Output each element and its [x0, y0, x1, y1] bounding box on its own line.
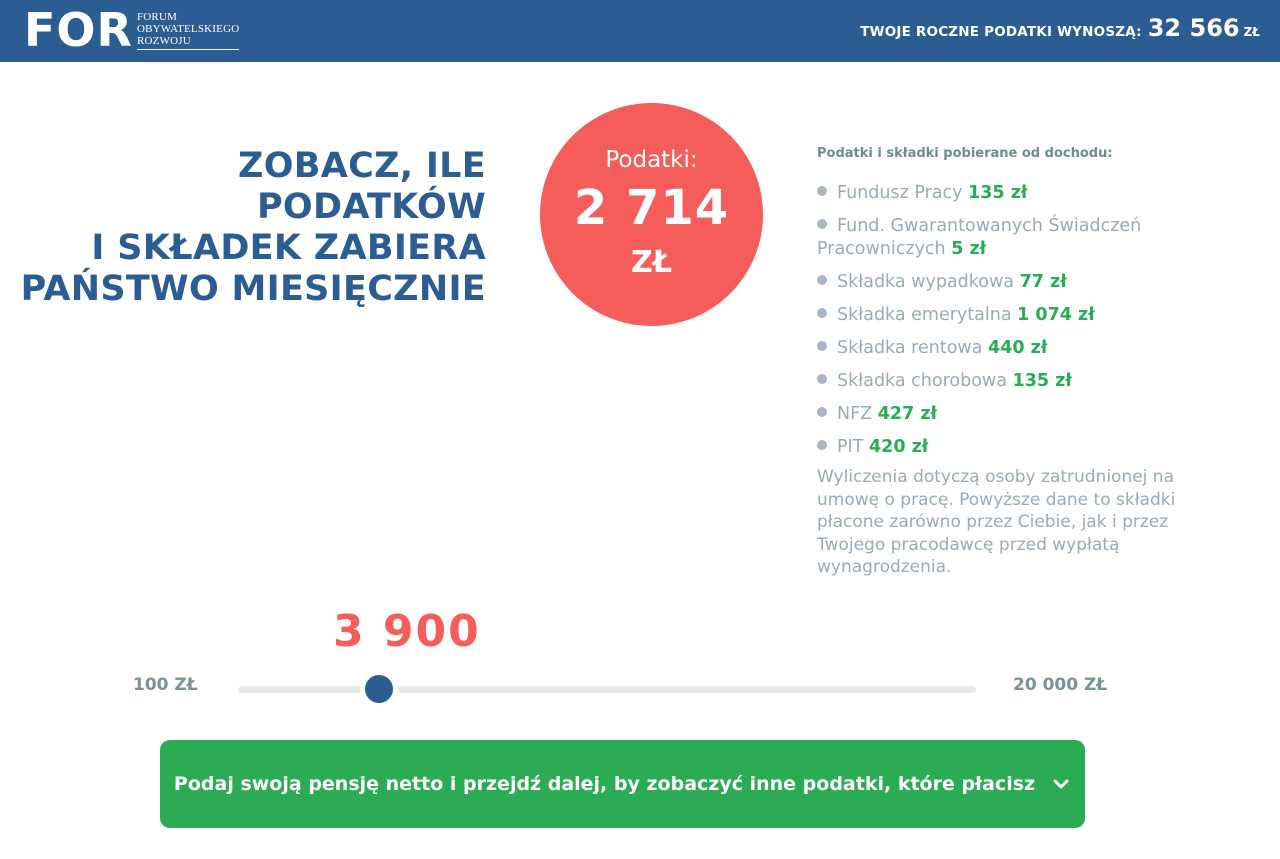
monthly-taxes-label: Podatki: — [605, 147, 698, 173]
salary-value: 3 900 — [333, 606, 481, 657]
page-headline: ZOBACZ, ILE PODATKÓW I SKŁADEK ZABIERA P… — [0, 146, 486, 310]
salary-slider-thumb[interactable] — [359, 670, 398, 708]
bullet-icon — [817, 341, 827, 351]
annual-taxes-label: TWOJE ROCZNE PODATKI WYNOSZĄ: — [860, 24, 1142, 40]
chevron-down-icon — [1051, 774, 1071, 794]
annual-taxes-value: 32 566 — [1147, 14, 1240, 42]
slider-min-label: 100 ZŁ — [133, 675, 198, 695]
breakdown-item-amount: 1 074 zł — [1017, 305, 1095, 325]
breakdown-item: NFZ 427 zł — [817, 403, 1217, 426]
breakdown-item-name: Składka chorobowa — [837, 371, 1007, 391]
bullet-icon — [817, 440, 827, 450]
for-logo[interactable]: FOR FORUM OBYWATELSKIEGO ROZWOJU — [24, 3, 240, 57]
monthly-taxes-value: 2 714 — [573, 180, 730, 236]
breakdown-item: Składka chorobowa 135 zł — [817, 370, 1217, 393]
salary-slider-track[interactable] — [238, 686, 976, 693]
logo-text: FORUM OBYWATELSKIEGO ROZWOJU — [136, 10, 240, 50]
annual-taxes: TWOJE ROCZNE PODATKI WYNOSZĄ: 32 566 ZŁ — [860, 14, 1260, 42]
breakdown-item: PIT 420 zł — [817, 436, 1217, 459]
breakdown-title: Podatki i składki pobierane od dochodu: — [817, 146, 1113, 161]
slider-max-label: 20 000 ZŁ — [1013, 675, 1108, 695]
breakdown-item-name: PIT — [837, 437, 864, 457]
breakdown-item-amount: 420 zł — [868, 437, 929, 457]
logo-line: FORUM — [136, 10, 178, 23]
bullet-icon — [817, 374, 827, 384]
breakdown-item-name: Składka rentowa — [837, 338, 983, 358]
breakdown-item-amount: 135 zł — [968, 183, 1028, 203]
headline-line: ZOBACZ, ILE PODATKÓW — [238, 146, 486, 227]
bullet-icon — [817, 219, 827, 229]
bullet-icon — [817, 308, 827, 318]
bullet-icon — [817, 275, 827, 285]
breakdown-item-amount: 427 zł — [877, 404, 938, 424]
breakdown-item-name: Fundusz Pracy — [837, 183, 963, 203]
logo-mark: FOR — [24, 3, 133, 57]
headline-line: PAŃSTWO MIESIĘCZNIE — [20, 269, 486, 309]
breakdown-list: Fundusz Pracy 135 zł Fund. Gwarantowanyc… — [817, 182, 1217, 459]
breakdown-item-amount: 77 zł — [1019, 272, 1067, 292]
breakdown-item-amount: 440 zł — [988, 338, 1048, 358]
breakdown-item: Składka emerytalna 1 074 zł — [817, 304, 1217, 327]
breakdown-note: Wyliczenia dotyczą osoby zatrudnionej na… — [817, 467, 1176, 577]
breakdown-item-amount: 135 zł — [1012, 371, 1072, 391]
breakdown-item-name: Składka wypadkowa — [837, 272, 1015, 292]
logo-line: OBYWATELSKIEGO — [136, 22, 240, 35]
breakdown-item: Fund. Gwarantowanych Świadczeń Pracownic… — [817, 215, 1217, 261]
top-header: FOR FORUM OBYWATELSKIEGO ROZWOJU TWOJE R… — [0, 0, 1280, 62]
breakdown-panel: Podatki i składki pobierane od dochodu: … — [817, 146, 1217, 579]
annual-taxes-unit: ZŁ — [1243, 25, 1260, 39]
breakdown-item-name: Składka emerytalna — [837, 305, 1012, 325]
breakdown-item-name: NFZ — [837, 404, 873, 424]
monthly-taxes-circle: Podatki: 2 714 ZŁ — [540, 103, 763, 326]
logo-line: ROZWOJU — [136, 34, 191, 47]
monthly-taxes-unit: ZŁ — [630, 245, 672, 280]
breakdown-item: Fundusz Pracy 135 zł — [817, 182, 1217, 205]
headline-line: I SKŁADEK ZABIERA — [91, 228, 486, 268]
bullet-icon — [817, 407, 827, 417]
breakdown-item: Składka wypadkowa 77 zł — [817, 271, 1217, 294]
breakdown-item-amount: 5 zł — [951, 239, 987, 259]
bullet-icon — [817, 186, 827, 196]
breakdown-item: Składka rentowa 440 zł — [817, 337, 1217, 360]
continue-button-label: Podaj swoją pensję netto i przejdź dalej… — [173, 773, 1036, 795]
continue-button[interactable]: Podaj swoją pensję netto i przejdź dalej… — [160, 740, 1085, 828]
